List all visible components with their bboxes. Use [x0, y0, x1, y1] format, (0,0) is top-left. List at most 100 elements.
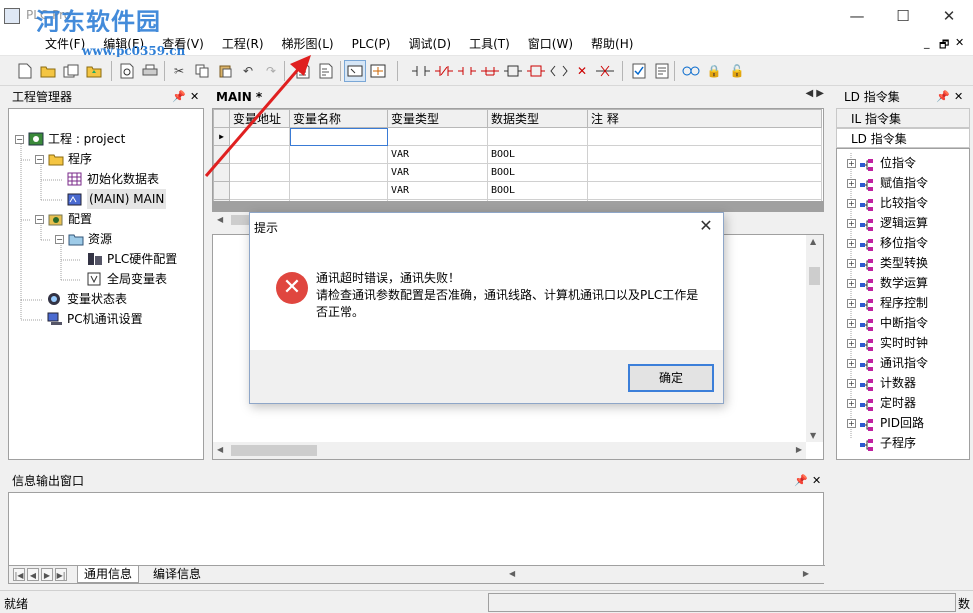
scroll-left-icon[interactable]: ◀ [217, 215, 223, 224]
grid-cell[interactable]: BOOL [487, 145, 588, 164]
branch-icon[interactable] [479, 60, 501, 82]
collapse-icon[interactable]: − [35, 154, 44, 164]
row-header[interactable] [213, 145, 230, 164]
row-header[interactable] [213, 163, 230, 182]
expand-icon[interactable]: + [847, 218, 856, 228]
pin-icon[interactable]: 📌 [794, 472, 808, 490]
print-preview-icon[interactable] [116, 60, 138, 82]
ld-instruction-item[interactable]: + 定时器 [847, 393, 916, 413]
collapse-icon[interactable]: − [35, 214, 44, 224]
contact-open-icon[interactable] [410, 60, 432, 82]
ld-instruction-item[interactable]: + 计数器 [847, 373, 916, 393]
last-tab-icon[interactable]: ▶| [55, 568, 67, 581]
ld-instruction-item[interactable]: + 移位指令 [847, 233, 928, 253]
delete-line-icon[interactable] [594, 60, 616, 82]
menu-item[interactable]: 帮助(H) [582, 32, 642, 56]
menu-item[interactable]: 梯形图(L) [273, 32, 343, 56]
grid-cell[interactable] [387, 127, 488, 146]
tab-il-instructions[interactable]: IL 指令集 [836, 108, 970, 128]
tree-node-config[interactable]: − 配置 [35, 209, 92, 229]
menu-item[interactable]: 工具(T) [460, 32, 519, 56]
tree-node-plc-hw-config[interactable]: PLC硬件配置 [87, 249, 177, 269]
copy-window-icon[interactable] [60, 60, 82, 82]
undo-icon[interactable]: ↶ [237, 60, 259, 82]
redo-icon[interactable]: ↷ [260, 60, 282, 82]
expand-icon[interactable]: + [847, 358, 856, 368]
grid-cell[interactable] [229, 127, 290, 146]
tab-ld-instructions[interactable]: LD 指令集 [836, 128, 970, 148]
save-project-icon[interactable] [83, 60, 105, 82]
monitor-icon[interactable] [680, 60, 702, 82]
grid-cell[interactable]: VAR [387, 163, 488, 182]
scroll-right-icon[interactable]: ▶ [803, 569, 809, 578]
delete-icon[interactable]: ✕ [571, 60, 593, 82]
network-icon[interactable] [367, 60, 389, 82]
expand-icon[interactable]: + [847, 378, 856, 388]
row-header[interactable]: ▶ [213, 127, 230, 146]
expand-icon[interactable]: + [847, 198, 856, 208]
grid-cell[interactable] [587, 163, 822, 182]
column-header[interactable]: 数据类型 [487, 109, 588, 128]
scroll-thumb[interactable] [231, 445, 317, 456]
grid-cell[interactable] [229, 163, 290, 182]
column-header[interactable]: 变量类型 [387, 109, 488, 128]
grid-cell[interactable] [289, 145, 388, 164]
expand-icon[interactable]: + [847, 398, 856, 408]
cut-icon[interactable]: ✂ [168, 60, 190, 82]
ladder-view-icon[interactable] [292, 60, 314, 82]
il-view-icon[interactable] [315, 60, 337, 82]
contact-closed-icon[interactable] [433, 60, 455, 82]
coil-output-icon[interactable] [548, 60, 570, 82]
tree-node-global-vars[interactable]: 全局变量表 [87, 269, 167, 289]
tree-node-project[interactable]: − 工程 : project [15, 129, 125, 149]
pin-icon[interactable]: 📌 [936, 88, 950, 106]
expand-icon[interactable]: + [847, 278, 856, 288]
ld-instruction-item[interactable]: + 实时时钟 [847, 333, 928, 353]
ld-instruction-item[interactable]: + 逻辑运算 [847, 213, 928, 233]
grid-cell[interactable] [587, 127, 822, 146]
panel-close-icon[interactable]: ✕ [812, 472, 821, 490]
ld-instruction-item[interactable]: + 类型转换 [847, 253, 928, 273]
grid-cell[interactable]: VAR [387, 145, 488, 164]
first-tab-icon[interactable]: |◀ [13, 568, 25, 581]
grid-cell[interactable] [487, 127, 588, 146]
menu-item[interactable]: 调试(D) [399, 32, 460, 56]
scroll-right-icon[interactable]: ▶ [796, 445, 802, 454]
vertical-scrollbar[interactable]: ▲ ▼ [806, 235, 823, 442]
grid-cell[interactable] [289, 181, 388, 200]
grid-cell[interactable] [587, 181, 822, 200]
next-tab-icon[interactable]: ▶ [41, 568, 53, 581]
info-horizontal-scrollbar[interactable]: ◀ ▶ [505, 567, 813, 582]
expand-icon[interactable]: + [847, 318, 856, 328]
copy-icon[interactable] [191, 60, 213, 82]
close-button[interactable]: ✕ [926, 0, 972, 32]
menu-item[interactable]: 窗口(W) [519, 32, 582, 56]
panel-close-icon[interactable]: ✕ [954, 88, 963, 106]
lock-icon[interactable]: 🔒 [703, 60, 725, 82]
mdi-close-button[interactable]: ✕ [955, 36, 964, 49]
ld-instruction-item[interactable]: + 赋值指令 [847, 173, 928, 193]
expand-icon[interactable]: + [847, 238, 856, 248]
table-row[interactable]: VARBOOL [213, 145, 822, 164]
ld-instruction-item[interactable]: + 数学运算 [847, 273, 928, 293]
compile-icon[interactable] [628, 60, 650, 82]
grid-cell[interactable] [587, 145, 822, 164]
new-file-icon[interactable] [14, 60, 36, 82]
ld-instruction-item[interactable]: + 位指令 [847, 153, 916, 173]
expand-icon[interactable]: + [847, 158, 856, 168]
mdi-minimize-button[interactable]: _ [924, 36, 930, 49]
paste-icon[interactable] [214, 60, 236, 82]
maximize-button[interactable]: ☐ [880, 0, 926, 32]
column-header[interactable]: 注 释 [587, 109, 822, 128]
print-icon[interactable] [139, 60, 161, 82]
mdi-restore-button[interactable]: 🗗 [939, 36, 949, 55]
horizontal-scrollbar[interactable]: ◀ ▶ [213, 442, 806, 459]
column-header[interactable]: 变量名称 [289, 109, 388, 128]
tree-node-main[interactable]: (MAIN) MAIN [67, 189, 167, 209]
grid-cell[interactable] [289, 163, 388, 182]
open-folder-icon[interactable] [37, 60, 59, 82]
grid-cell[interactable] [229, 145, 290, 164]
check-icon[interactable] [651, 60, 673, 82]
tree-node-init-data-table[interactable]: 初始化数据表 [67, 169, 159, 189]
tree-node-resource[interactable]: − 资源 [55, 229, 112, 249]
